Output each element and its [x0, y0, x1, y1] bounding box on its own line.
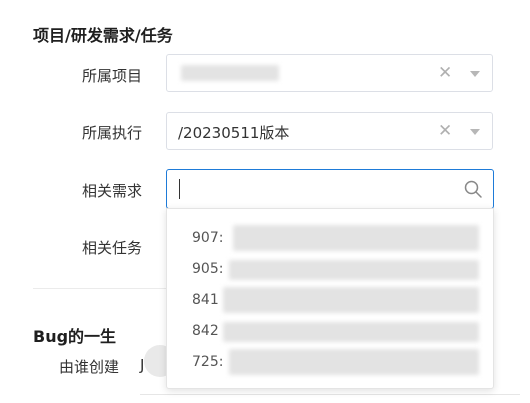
- chevron-down-icon[interactable]: [470, 129, 480, 135]
- redacted-item-title: [229, 260, 479, 280]
- close-icon[interactable]: ✕: [438, 64, 452, 82]
- redacted-item-title: [223, 322, 479, 342]
- field-label-created-by: 由谁创建: [59, 358, 120, 376]
- list-item-id: 842: [192, 323, 219, 339]
- field-label-task: 相关任务: [82, 239, 143, 257]
- list-item-id: 725:: [192, 354, 224, 370]
- field-label-requirement: 相关需求: [82, 182, 143, 200]
- execution-select-value: /20230511版本: [178, 124, 290, 142]
- close-icon[interactable]: ✕: [438, 122, 452, 140]
- redacted-item-title: [223, 287, 479, 313]
- section-divider: [33, 288, 166, 289]
- list-item[interactable]: 905:: [167, 254, 493, 285]
- list-item-id: 907:: [192, 230, 224, 246]
- list-item[interactable]: 907:: [167, 223, 493, 254]
- list-item-id: 905:: [192, 261, 224, 277]
- requirement-search-box[interactable]: [166, 169, 494, 209]
- list-item-id: 841: [192, 292, 219, 308]
- redacted-project-name: [181, 65, 279, 81]
- field-label-project: 所属项目: [82, 67, 143, 85]
- list-item[interactable]: 725:: [167, 347, 493, 378]
- chevron-down-icon[interactable]: [470, 71, 480, 77]
- list-item[interactable]: 841: [167, 285, 493, 316]
- section-title-lifecycle: Bug的一生: [33, 327, 117, 346]
- list-item[interactable]: 842: [167, 316, 493, 347]
- requirement-search-input[interactable]: [173, 174, 461, 204]
- requirement-dropdown: 907: 905: 841 842 725:: [166, 208, 494, 389]
- redacted-item-title: [229, 349, 479, 375]
- field-label-execution: 所属执行: [82, 124, 143, 142]
- redacted-item-title: [233, 225, 479, 251]
- section-title-project: 项目/研发需求/任务: [33, 26, 173, 45]
- execution-select[interactable]: /20230511版本 ✕: [166, 112, 493, 150]
- project-select[interactable]: ✕: [166, 54, 493, 92]
- search-icon[interactable]: [463, 179, 483, 199]
- text-cursor: [179, 179, 180, 199]
